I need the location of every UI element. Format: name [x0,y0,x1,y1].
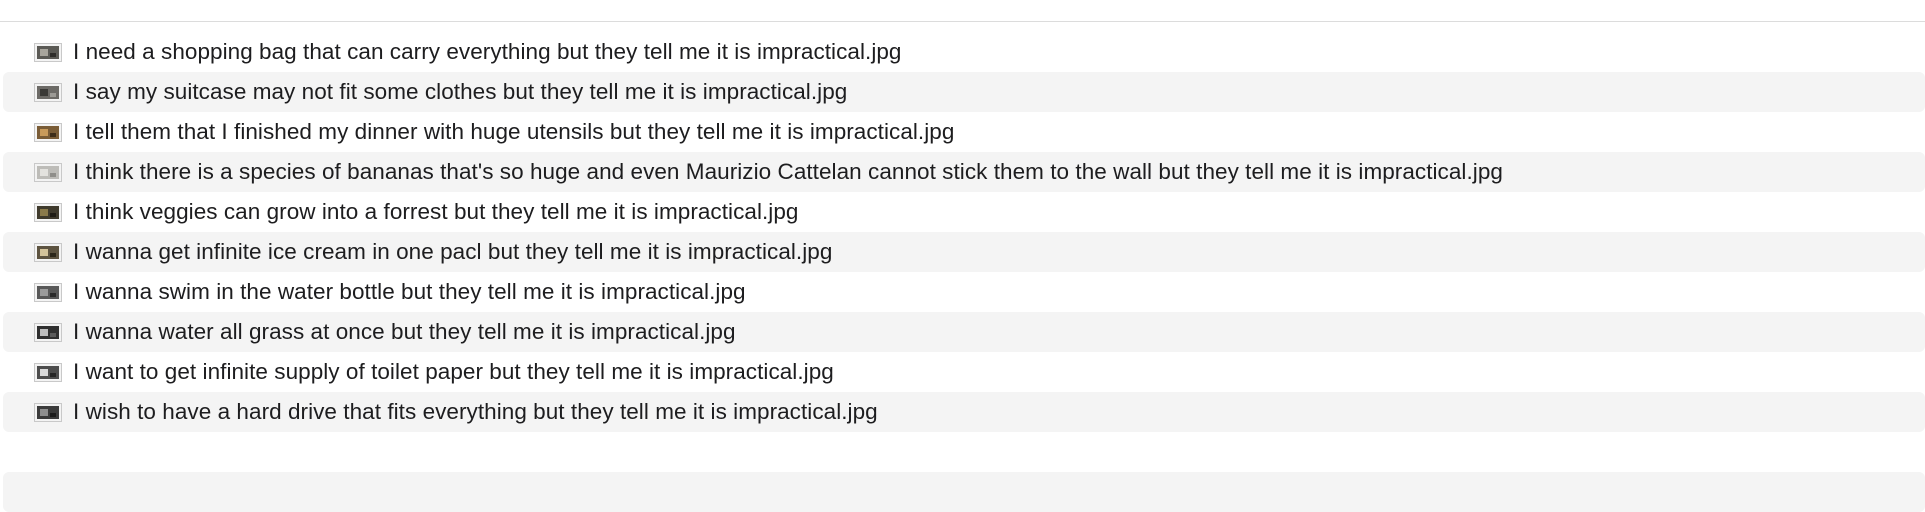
empty-list-row [3,472,1925,512]
image-thumbnail-icon [35,123,61,141]
file-name: I think there is a species of bananas th… [73,159,1503,184]
file-row[interactable]: I tell them that I finished my dinner wi… [3,112,1925,152]
file-row[interactable]: I wish to have a hard drive that fits ev… [3,392,1925,432]
file-name: I wanna get infinite ice cream in one pa… [73,239,833,264]
file-row[interactable]: I think veggies can grow into a forrest … [3,192,1925,232]
image-thumbnail-icon [35,43,61,61]
file-name: I think veggies can grow into a forrest … [73,199,799,224]
file-row[interactable]: I wanna water all grass at once but they… [3,312,1925,352]
image-thumbnail-icon [35,163,61,181]
image-thumbnail-icon [35,83,61,101]
file-name: I wanna water all grass at once but they… [73,319,736,344]
file-list: I need a shopping bag that can carry eve… [3,32,1925,432]
file-name: I need a shopping bag that can carry eve… [73,39,902,64]
file-row[interactable]: I say my suitcase may not fit some cloth… [3,72,1925,112]
image-thumbnail-icon [35,283,61,301]
image-thumbnail-icon [35,403,61,421]
file-row[interactable]: I wanna get infinite ice cream in one pa… [3,232,1925,272]
file-row[interactable]: I want to get infinite supply of toilet … [3,352,1925,392]
column-header-strip [0,0,1925,22]
file-name: I wish to have a hard drive that fits ev… [73,399,878,424]
image-thumbnail-icon [35,363,61,381]
image-thumbnail-icon [35,323,61,341]
image-thumbnail-icon [35,203,61,221]
file-row[interactable]: I think there is a species of bananas th… [3,152,1925,192]
file-name: I tell them that I finished my dinner wi… [73,119,955,144]
file-name: I say my suitcase may not fit some cloth… [73,79,848,104]
file-name: I want to get infinite supply of toilet … [73,359,834,384]
file-name: I wanna swim in the water bottle but the… [73,279,746,304]
image-thumbnail-icon [35,243,61,261]
file-row[interactable]: I need a shopping bag that can carry eve… [3,32,1925,72]
file-row[interactable]: I wanna swim in the water bottle but the… [3,272,1925,312]
